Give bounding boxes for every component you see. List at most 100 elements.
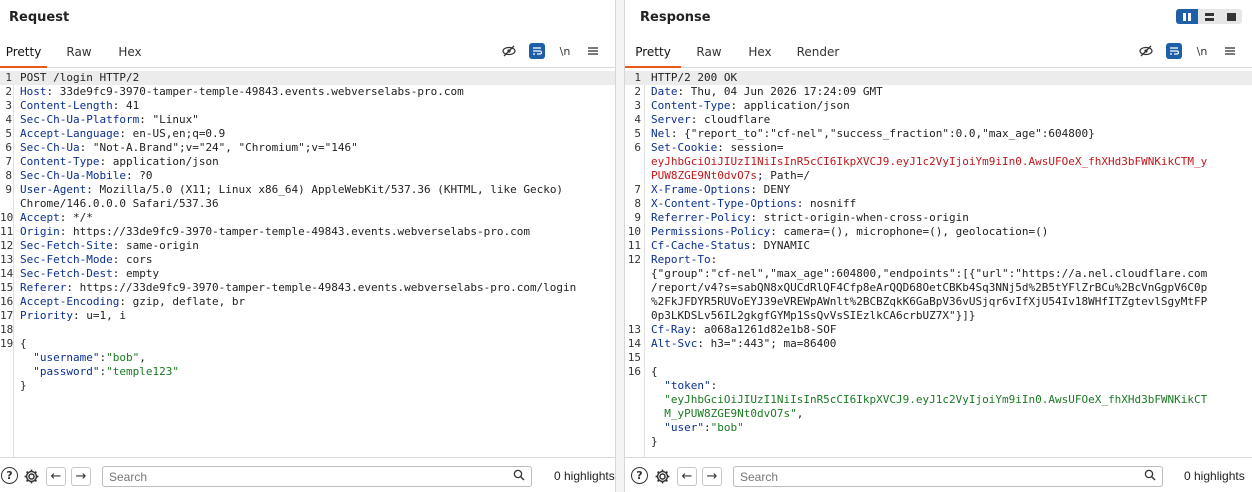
line-number: 15	[0, 281, 14, 294]
code-line: 13 Cf-Ray: a068a1261d82e1b8-SOF	[625, 323, 1252, 337]
code-line: 12 Sec-Fetch-Site: same-origin	[0, 239, 615, 253]
header-name: X-Frame-Options	[651, 183, 751, 196]
search-icon	[513, 469, 525, 484]
response-tab-hex[interactable]: Hex	[740, 36, 780, 68]
code-line: Chrome/146.0.0.0 Safari/537.36	[0, 197, 615, 211]
hide-nonprintable-icon[interactable]	[1138, 43, 1154, 59]
line-content: Sec-Ch-Ua: "Not-A.Brand";v="24", "Chromi…	[20, 141, 358, 155]
header-name: Accept-Language	[20, 127, 120, 140]
code-line: "username":"bob",	[0, 351, 615, 365]
line-content: HTTP/2 200 OK	[651, 71, 737, 85]
line-content: Set-Cookie: session=	[651, 141, 783, 155]
pane-divider[interactable]	[616, 0, 624, 492]
back-arrow-icon[interactable]: ←	[677, 467, 697, 486]
code-line: 8 Sec-Ch-Ua-Mobile: ?0	[0, 169, 615, 183]
code-text: }	[651, 435, 658, 448]
line-content: Priority: u=1, i	[20, 309, 126, 323]
request-tabbar: Pretty Raw Hex \n	[0, 36, 615, 68]
response-search-box[interactable]	[733, 466, 1163, 487]
json-string: M_yPUW8ZGE9Nt0dvO7s"	[651, 407, 797, 420]
response-tab-raw[interactable]: Raw	[688, 36, 730, 68]
line-content: Sec-Ch-Ua-Platform: "Linux"	[20, 113, 199, 127]
line-content: Alt-Svc: h3=":443"; ma=86400	[651, 337, 836, 351]
code-text: : 41	[112, 99, 140, 112]
line-number: 6	[5, 141, 12, 154]
line-content: Content-Type: application/json	[20, 155, 219, 169]
line-number: 17	[0, 309, 14, 322]
line-number: 6	[634, 141, 641, 154]
code-line: }	[0, 379, 615, 393]
layout-side-by-side-button[interactable]	[1176, 9, 1198, 24]
back-arrow-icon[interactable]: ←	[46, 467, 66, 486]
code-text: : DENY	[750, 183, 791, 196]
line-number: 19	[0, 337, 14, 350]
request-search-box[interactable]	[102, 466, 532, 487]
code-text: : {"report_to":"cf-nel","success_fractio…	[670, 127, 1095, 140]
line-content: "password":"temple123"	[20, 365, 179, 379]
code-text: : "Linux"	[139, 113, 199, 126]
code-text: : a068a1261d82e1b8-SOF	[690, 323, 837, 336]
code-line: 15	[625, 351, 1252, 365]
line-content: Server: cloudflare	[651, 113, 770, 127]
line-content: Cf-Ray: a068a1261d82e1b8-SOF	[651, 323, 836, 337]
settings-gear-icon[interactable]	[22, 467, 40, 485]
code-line: 8 X-Content-Type-Options: nosniff	[625, 197, 1252, 211]
line-content: /report/v4?s=sabQN8xQUCdRlQF4Cfp8eArQQD6…	[651, 281, 1207, 295]
response-editor[interactable]: 1 HTTP/2 200 OK 2 Date: Thu, 04 Jun 2026 17…	[625, 71, 1252, 457]
request-search-input[interactable]	[103, 467, 531, 486]
help-icon[interactable]: ?	[631, 467, 648, 484]
code-text: : Thu, 04 Jun 2026 17:24:09 GMT	[677, 85, 883, 98]
hide-nonprintable-icon[interactable]	[501, 43, 517, 59]
word-wrap-icon[interactable]	[529, 43, 545, 59]
forward-arrow-icon[interactable]: →	[71, 467, 91, 486]
code-text: {	[651, 365, 658, 378]
line-content: Accept-Encoding: gzip, deflate, br	[20, 295, 245, 309]
code-line: "user":"bob"	[625, 421, 1252, 435]
header-name: Origin	[20, 225, 60, 238]
menu-icon[interactable]	[1222, 43, 1238, 59]
code-line: 5 Accept-Language: en-US,en;q=0.9	[0, 127, 615, 141]
line-number: 7	[634, 183, 641, 196]
line-number: 2	[5, 85, 12, 98]
code-line: 3 Content-Length: 41	[0, 99, 615, 113]
line-number: 5	[634, 127, 641, 140]
help-icon[interactable]: ?	[1, 467, 18, 484]
newline-toggle[interactable]: \n	[557, 43, 573, 59]
request-tab-raw[interactable]: Raw	[56, 36, 102, 68]
response-tab-pretty[interactable]: Pretty	[625, 36, 681, 68]
code-text: ,	[796, 407, 804, 420]
word-wrap-icon[interactable]	[1166, 43, 1182, 59]
settings-gear-icon[interactable]	[653, 467, 671, 485]
layout-stacked-button[interactable]	[1198, 9, 1220, 24]
code-line: 16 {	[625, 365, 1252, 379]
request-tab-pretty[interactable]: Pretty	[0, 36, 47, 68]
cookie-value: eyJhbGciOiJIUzI1NiIsInR5cCI6IkpXVCJ9.eyJ…	[651, 155, 1208, 168]
request-tab-hex[interactable]: Hex	[107, 36, 153, 68]
layout-tabs-button[interactable]	[1220, 9, 1242, 24]
code-line: 1 HTTP/2 200 OK	[625, 71, 1252, 85]
header-name: Sec-Ch-Ua-Mobile	[20, 169, 126, 182]
newline-toggle[interactable]: \n	[1194, 43, 1210, 59]
header-name: Cf-Cache-Status	[651, 239, 751, 252]
line-content: Host: 33de9fc9-3970-tamper-temple-49843.…	[20, 85, 464, 99]
code-text: : h3=":443"; ma=86400	[697, 337, 837, 350]
line-number: 9	[5, 183, 12, 196]
line-number: 9	[634, 211, 641, 224]
line-content: {"group":"cf-nel","max_age":604800,"endp…	[651, 267, 1207, 281]
code-text: :	[710, 379, 718, 392]
code-text: : Mozilla/5.0 (X11; Linux x86_64) AppleW…	[86, 183, 564, 196]
code-line: "token":	[625, 379, 1252, 393]
menu-icon[interactable]	[585, 43, 601, 59]
request-editor[interactable]: 1 POST /login HTTP/2 2 Host: 33de9fc9-3970-…	[0, 71, 615, 457]
request-highlights-count: 0 highlights	[554, 469, 615, 483]
request-header: Request	[0, 0, 615, 36]
response-search-input[interactable]	[734, 467, 1162, 486]
line-content: Sec-Fetch-Mode: cors	[20, 253, 152, 267]
response-tab-render[interactable]: Render	[793, 36, 843, 68]
line-content: }	[651, 435, 658, 449]
forward-arrow-icon[interactable]: →	[702, 467, 722, 486]
code-text: }	[20, 379, 27, 392]
code-line: 4 Server: cloudflare	[625, 113, 1252, 127]
line-number: 15	[627, 351, 641, 364]
header-name: "username"	[20, 351, 100, 364]
